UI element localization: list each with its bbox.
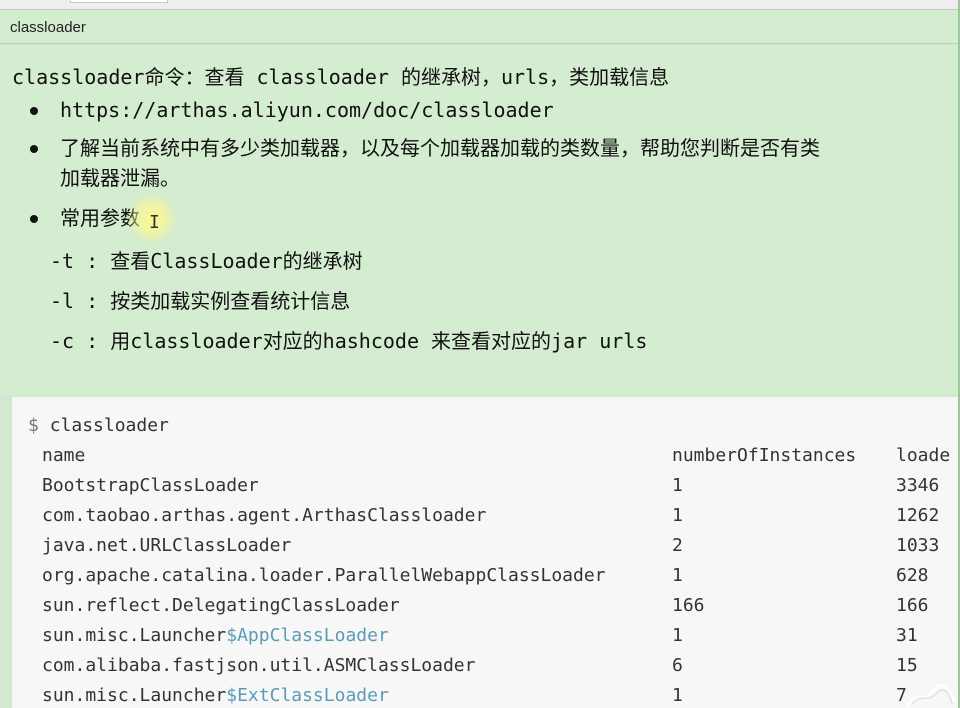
row-instances: 6 — [672, 655, 683, 676]
header-name: name — [42, 445, 86, 466]
row-loaded: 15 — [896, 655, 918, 676]
row-instances: 1 — [672, 685, 683, 706]
bullet-description-line-1: 了解当前系统中有多少类加载器，以及每个加载器加载的类数量，帮助您判断是否有类 — [60, 136, 820, 160]
shell-prompt: $ — [28, 415, 39, 436]
row-name: com.taobao.arthas.agent.ArthasClassloade… — [42, 505, 487, 526]
bullet-description: 了解当前系统中有多少类加载器，以及每个加载器加载的类数量，帮助您判断是否有类 加… — [60, 133, 820, 193]
doc-link[interactable]: https://arthas.aliyun.com/doc/classloade… — [60, 95, 554, 125]
top-tab[interactable] — [70, 0, 168, 3]
row-loaded: 166 — [896, 595, 929, 616]
command-line: $ classloader — [28, 415, 169, 436]
bullet-description-line-2: 加载器泄漏。 — [60, 166, 180, 190]
window-top-edge — [0, 0, 958, 10]
row-name-suffix: $ExtClassLoader — [226, 685, 389, 706]
row-name-base: sun.misc.Launcher — [42, 625, 227, 646]
param-t: -t : 查看ClassLoader的继承树 — [50, 245, 363, 274]
param-flag: -c — [50, 329, 75, 353]
text-cursor-icon: I — [149, 212, 160, 233]
header-instances: numberOfInstances — [672, 445, 857, 466]
param-separator: : — [86, 329, 99, 353]
row-name-base: sun.misc.Launcher — [42, 685, 227, 706]
bullet-dot — [30, 107, 38, 115]
bullet-dot — [30, 145, 38, 153]
row-loaded: 1262 — [896, 505, 940, 526]
param-c: -c : 用classloader对应的hashcode 来查看对应的jar u… — [50, 325, 647, 354]
document-window: classloader classloader命令：查看 classloader… — [0, 0, 960, 708]
param-separator: : — [86, 249, 99, 273]
headline: classloader命令：查看 classloader 的继承树，urls，类… — [12, 65, 670, 89]
title-bar: classloader — [0, 10, 958, 44]
bullet-dot — [30, 215, 38, 223]
row-loaded: 3346 — [896, 475, 940, 496]
row-name-suffix: $AppClassLoader — [226, 625, 389, 646]
row-instances: 1 — [672, 625, 683, 646]
shell-command: classloader — [49, 415, 169, 436]
param-l: -l : 按类加载实例查看统计信息 — [50, 285, 350, 314]
param-flag: -t — [50, 249, 75, 273]
header-loaded: loade — [896, 445, 951, 466]
corner-ornament-icon — [906, 684, 956, 708]
row-name: java.net.URLClassLoader — [42, 535, 292, 556]
row-name: sun.misc.Launcher$ExtClassLoader — [42, 685, 389, 706]
param-separator: : — [86, 289, 99, 313]
row-loaded: 31 — [896, 625, 918, 646]
row-name: BootstrapClassLoader — [42, 475, 259, 496]
code-block: $ classloader name numberOfInstances loa… — [12, 397, 958, 708]
param-desc: 查看ClassLoader的继承树 — [110, 249, 363, 273]
slide-content: classloader命令：查看 classloader 的继承树，urls，类… — [0, 45, 958, 395]
row-instances: 1 — [672, 475, 683, 496]
param-desc: 用classloader对应的hashcode 来查看对应的jar urls — [110, 329, 648, 353]
param-flag: -l — [50, 289, 75, 313]
row-instances: 1 — [672, 505, 683, 526]
window-title: classloader — [10, 19, 86, 36]
row-loaded: 1033 — [896, 535, 940, 556]
row-name: sun.reflect.DelegatingClassLoader — [42, 595, 400, 616]
row-instances: 1 — [672, 565, 683, 586]
row-name: org.apache.catalina.loader.ParallelWebap… — [42, 565, 606, 586]
row-loaded: 628 — [896, 565, 929, 586]
row-name: sun.misc.Launcher$AppClassLoader — [42, 625, 389, 646]
row-instances: 166 — [672, 595, 705, 616]
row-name: com.alibaba.fastjson.util.ASMClassLoader — [42, 655, 476, 676]
param-desc: 按类加载实例查看统计信息 — [110, 289, 351, 313]
row-instances: 2 — [672, 535, 683, 556]
